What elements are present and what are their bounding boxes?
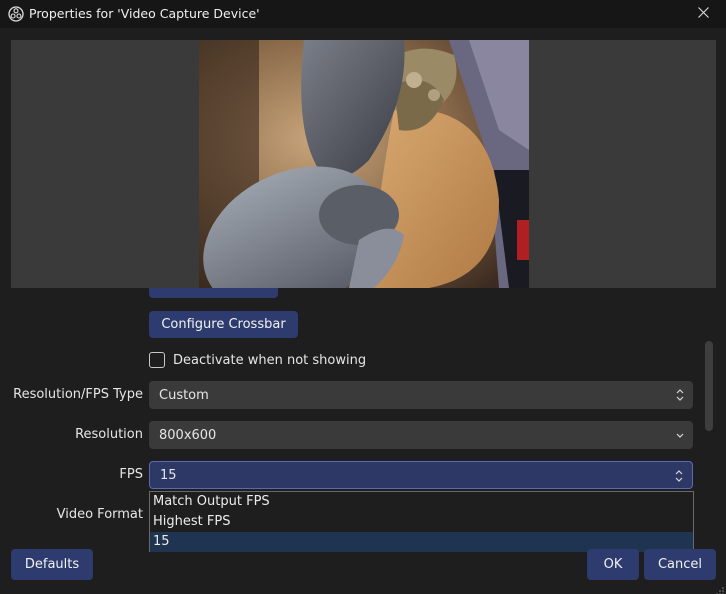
defaults-button[interactable]: Defaults — [11, 549, 93, 580]
video-format-label: Video Format — [56, 507, 143, 522]
dropdown-option-highest-fps[interactable]: Highest FPS — [150, 512, 693, 532]
resolution-fps-type-value: Custom — [159, 387, 209, 403]
chevron-down-icon — [675, 428, 685, 442]
ok-button[interactable]: OK — [587, 549, 639, 580]
window-title: Properties for 'Video Capture Device' — [29, 6, 260, 21]
updown-arrow-icon — [675, 388, 685, 402]
resolution-label: Resolution — [75, 427, 143, 442]
resolution-fps-type-label: Resolution/FPS Type — [13, 387, 143, 402]
deactivate-checkbox-label: Deactivate when not showing — [173, 352, 367, 368]
resolution-fps-type-select[interactable]: Custom — [149, 381, 693, 409]
fps-value: 15 — [160, 467, 177, 483]
resolution-select[interactable]: 800x600 — [149, 421, 693, 449]
title-bar: Properties for 'Video Capture Device' — [0, 0, 726, 28]
cancel-button[interactable]: Cancel — [644, 549, 716, 580]
camera-preview — [199, 40, 529, 288]
updown-arrow-icon — [674, 469, 684, 483]
close-icon — [697, 6, 709, 22]
fps-label: FPS — [119, 467, 143, 482]
dropdown-option-match-output-fps[interactable]: Match Output FPS — [150, 492, 693, 512]
resize-grip-icon[interactable] — [716, 584, 724, 594]
obs-logo-icon — [8, 6, 24, 22]
scrollbar-thumb[interactable] — [705, 341, 713, 431]
resolution-value: 800x600 — [159, 427, 217, 443]
fps-select[interactable]: 15 — [149, 461, 693, 489]
preview-area — [11, 40, 716, 288]
fps-dropdown-list[interactable]: Match Output FPS Highest FPS 15 — [149, 491, 694, 552]
deactivate-row[interactable]: Deactivate when not showing — [149, 351, 366, 369]
close-button[interactable] — [680, 0, 726, 28]
deactivate-checkbox[interactable] — [149, 352, 165, 368]
configure-crossbar-button[interactable]: Configure Crossbar — [149, 311, 298, 338]
partial-hidden-button[interactable] — [149, 288, 278, 298]
